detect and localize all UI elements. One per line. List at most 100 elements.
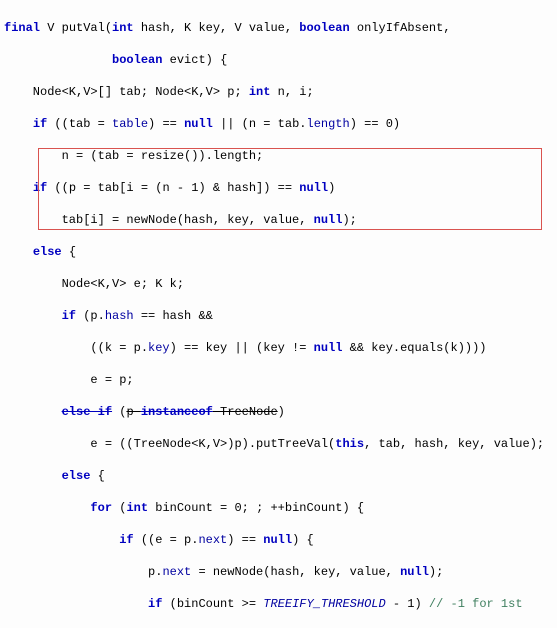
code-text: evict) { [162,53,227,67]
code-text: binCount = 0; ; ++binCount) { [148,501,364,515]
code-line[interactable]: tab[i] = newNode(hash, key, value, null)… [0,212,557,228]
code-text: n = (tab = resize()).length; [4,149,263,163]
comment: // -1 for 1st [429,597,523,611]
constant: TREEIFY_THRESHOLD [263,597,385,611]
code-line[interactable]: if (binCount >= TREEIFY_THRESHOLD - 1) /… [0,596,557,612]
field: table [112,117,148,131]
code-text: ((e = p. [134,533,199,547]
keyword: else if [62,405,112,419]
code-text: ( [112,501,126,515]
keyword: if [148,597,162,611]
keyword: this [335,437,364,451]
code-text: e = p; [4,373,134,387]
code-text [4,533,119,547]
field: length [307,117,350,131]
code-text: , tab, hash, key, value); [364,437,544,451]
code-text: ); [342,213,356,227]
keyword: else [62,469,91,483]
code-text: Node<K,V>[] tab; Node<K,V> p; [4,85,249,99]
code-text: || (n = tab. [213,117,307,131]
keyword: int [126,501,148,515]
code-line[interactable]: final V putVal(int hash, K key, V value,… [0,20,557,36]
code-line[interactable]: Node<K,V>[] tab; Node<K,V> p; int n, i; [0,84,557,100]
code-text: ) { [292,533,314,547]
code-text [4,469,62,483]
code-text: p [126,405,140,419]
code-text: ((tab = [47,117,112,131]
code-text: = newNode(hash, key, value, [191,565,400,579]
code-text: p. [4,565,162,579]
keyword: if [119,533,133,547]
code-line[interactable]: p.next = newNode(hash, key, value, null)… [0,564,557,580]
keyword: if [33,117,47,131]
code-text: ) [278,405,285,419]
keyword: else [33,245,62,259]
code-text: { [90,469,104,483]
keyword: if [62,309,76,323]
code-text [4,597,148,611]
keyword: boolean [299,21,349,35]
keyword: for [90,501,112,515]
code-text: ) [328,181,335,195]
field: next [198,533,227,547]
code-text [4,53,112,67]
code-text: ) == [227,533,263,547]
code-text: ( [112,405,126,419]
code-text: Node<K,V> e; K k; [4,277,184,291]
code-line[interactable]: if ((tab = table) == null || (n = tab.le… [0,116,557,132]
code-text: - 1) [386,597,429,611]
keyword: int [112,21,134,35]
keyword: null [400,565,429,579]
code-text [4,181,33,195]
code-editor[interactable]: final V putVal(int hash, K key, V value,… [0,0,557,628]
field: key [148,341,170,355]
code-line[interactable]: e = ((TreeNode<K,V>)p).putTreeVal(this, … [0,436,557,452]
code-text [4,309,62,323]
code-text: ) == [148,117,184,131]
keyword: null [314,213,343,227]
field: next [162,565,191,579]
code-line[interactable]: ((k = p.key) == key || (key != null && k… [0,340,557,356]
code-text: && key.equals(k)))) [342,341,486,355]
code-text [4,117,33,131]
code-line[interactable]: for (int binCount = 0; ; ++binCount) { [0,500,557,516]
code-line[interactable]: if ((p = tab[i = (n - 1) & hash]) == nul… [0,180,557,196]
code-text: V putVal( [40,21,112,35]
code-text: tab[i] = newNode(hash, key, value, [4,213,314,227]
code-line[interactable]: n = (tab = resize()).length; [0,148,557,164]
code-text: (binCount >= [162,597,263,611]
keyword: final [4,21,40,35]
code-line[interactable]: else { [0,244,557,260]
code-text: ) == 0) [350,117,400,131]
code-text: == hash && [134,309,213,323]
keyword: null [314,341,343,355]
keyword: instanceof [141,405,213,419]
code-line[interactable]: if (p.hash == hash && [0,308,557,324]
keyword: int [249,85,271,99]
code-text: e = ((TreeNode<K,V>)p).putTreeVal( [4,437,335,451]
code-text: (p. [76,309,105,323]
code-line[interactable]: Node<K,V> e; K k; [0,276,557,292]
keyword: if [33,181,47,195]
code-text: { [62,245,76,259]
code-line[interactable]: e = p; [0,372,557,388]
keyword: null [299,181,328,195]
code-text: onlyIfAbsent, [350,21,451,35]
code-text [4,501,90,515]
code-text: TreeNode [213,405,278,419]
keyword: boolean [112,53,162,67]
field: hash [105,309,134,323]
code-line[interactable]: boolean evict) { [0,52,557,68]
code-text [4,245,33,259]
code-line[interactable]: else if (p instanceof TreeNode) [0,404,557,420]
code-text: ) == key || (key != [170,341,314,355]
code-line[interactable]: else { [0,468,557,484]
keyword: null [263,533,292,547]
code-text: n, i; [270,85,313,99]
code-text [4,405,62,419]
keyword: null [184,117,213,131]
code-line[interactable]: if ((e = p.next) == null) { [0,532,557,548]
code-text: ); [429,565,443,579]
code-text: ((k = p. [4,341,148,355]
code-text: hash, K key, V value, [134,21,300,35]
